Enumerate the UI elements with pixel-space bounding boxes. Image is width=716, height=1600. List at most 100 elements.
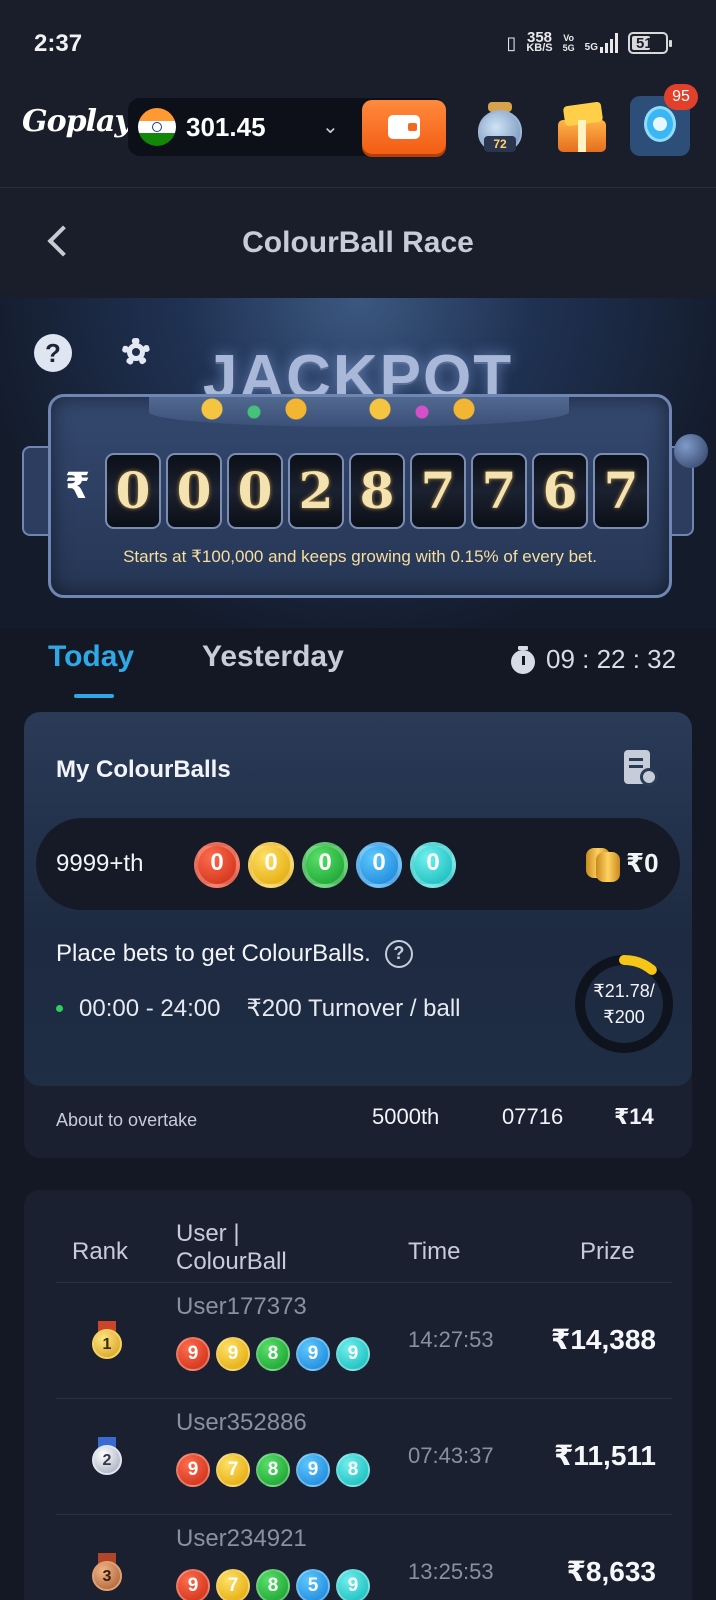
wallet-button[interactable]: [362, 100, 446, 154]
header-time: Time: [408, 1238, 461, 1265]
colour-ball: 8: [256, 1337, 290, 1371]
progress-text: ₹21.78/ ₹200: [572, 978, 676, 1030]
colour-ball: 0: [302, 842, 348, 888]
status-time: 2:37: [34, 30, 83, 57]
page-title-bar: ColourBall Race: [0, 188, 716, 298]
status-icons: ▯ 358 KB/S Vo 5G 5G 51: [506, 29, 672, 54]
colour-ball: 9: [176, 1453, 210, 1487]
my-rank: 9999+th: [56, 850, 144, 877]
row-balls: 9 7 8 5 9: [176, 1569, 370, 1600]
table-row: 1 User177373 9 9 8 9 9 14:27:53 ₹14,388: [56, 1282, 672, 1398]
jackpot-note: Starts at ₹100,000 and keeps growing wit…: [123, 547, 597, 566]
network-speed: 358 KB/S: [526, 29, 553, 54]
colour-ball: 0: [248, 842, 294, 888]
overtake-ball-number: 07716: [502, 1104, 564, 1129]
colour-ball: 7: [216, 1569, 250, 1600]
my-prize: ₹0: [626, 848, 659, 878]
colour-ball: 9: [296, 1337, 330, 1371]
row-time: 13:25:53: [408, 1559, 494, 1584]
row-prize: ₹14,388: [550, 1324, 656, 1355]
gift-box-button[interactable]: [554, 100, 610, 156]
my-ball-summary: 9999+th 0 0 0 0 0 ₹0: [36, 818, 680, 910]
jackpot-digit: 2: [288, 453, 344, 529]
jackpot-jar-button[interactable]: 72: [472, 100, 528, 156]
about-to-overtake-label: About to overtake: [56, 1110, 198, 1130]
silver-medal-icon: 2: [88, 1437, 126, 1477]
balance-selector[interactable]: 301.45 ⌄: [128, 98, 446, 156]
jackpot-banner: ? JACKPOT ₹ 0 0 0 2 8 7 7 6 7 Starts at …: [0, 298, 716, 628]
signal-icon: 5G: [585, 33, 618, 53]
chevron-down-icon[interactable]: ⌄: [322, 114, 339, 139]
header-prize: Prize: [580, 1238, 635, 1265]
my-balls: 0 0 0 0 0: [194, 842, 456, 888]
stopwatch-icon: [510, 645, 536, 674]
table-row: 2 User352886 9 7 8 9 8 07:43:37 ₹11,511: [56, 1398, 672, 1514]
place-bets-text: Place bets to get ColourBalls.: [56, 940, 371, 967]
day-tabs: Today Yesterday 09 : 22 : 32: [0, 628, 716, 708]
jackpot-digit: 0: [166, 453, 222, 529]
row-time: 14:27:53: [408, 1327, 494, 1352]
overtake-rank: 5000th: [372, 1104, 440, 1129]
colour-ball: 0: [356, 842, 402, 888]
jackpot-digit: 6: [532, 453, 588, 529]
colour-ball: 8: [336, 1453, 370, 1487]
place-bets-info: Place bets to get ColourBalls. ?: [56, 940, 413, 968]
colour-ball: 9: [336, 1337, 370, 1371]
my-colourballs-card: My ColourBalls 9999+th 0 0 0 0 0 ₹0 Plac…: [24, 712, 692, 1158]
headset-icon: [644, 106, 676, 142]
row-prize: ₹8,633: [566, 1556, 656, 1587]
row-user: User177373: [176, 1293, 307, 1320]
my-colourballs-title: My ColourBalls: [56, 756, 231, 783]
coins-icon: [584, 844, 622, 882]
header-user: User | ColourBall: [176, 1220, 287, 1275]
turnover-progress-ring: ₹21.78/ ₹200: [572, 952, 676, 1056]
turnover-rule: ₹200 Turnover / ball: [246, 995, 461, 1022]
coin-tray-decoration: [149, 397, 569, 427]
progress-current: ₹21.78/: [593, 981, 655, 1001]
volte-indicator: Vo 5G: [562, 33, 575, 53]
colour-ball: 0: [194, 842, 240, 888]
schedule-hours: 00:00 - 24:00: [79, 994, 221, 1022]
tab-today[interactable]: Today: [48, 640, 134, 698]
jar-count: 72: [484, 136, 516, 152]
notification-badge: 95: [664, 84, 698, 110]
vibrate-icon: ▯: [506, 32, 517, 53]
jackpot-digit: 0: [105, 453, 161, 529]
colour-ball: 9: [176, 1569, 210, 1600]
progress-target: ₹200: [603, 1007, 645, 1027]
row-prize: ₹11,511: [553, 1440, 656, 1471]
leaderboard: Rank User | ColourBall Time Prize 1 User…: [24, 1190, 692, 1600]
ball-schedule: 00:00 - 24:00 ₹200 Turnover / ball: [56, 994, 461, 1023]
jackpot-digit: 0: [227, 453, 283, 529]
goplay-logo[interactable]: Goplay: [22, 104, 132, 139]
jackpot-digits: 0 0 0 2 8 7 7 6 7: [105, 453, 649, 529]
history-icon[interactable]: [624, 750, 658, 786]
gold-medal-icon: 1: [88, 1321, 126, 1361]
overtake-prize: ₹14: [614, 1104, 654, 1129]
jackpot-counter: ₹ 0 0 0 2 8 7 7 6 7 Starts at ₹100,000 a…: [48, 394, 672, 598]
colour-ball: 9: [176, 1337, 210, 1371]
question-icon[interactable]: ?: [384, 940, 413, 968]
jackpot-digit: 7: [410, 453, 466, 529]
tab-yesterday[interactable]: Yesterday: [202, 640, 344, 674]
status-bar: 2:37 ▯ 358 KB/S Vo 5G 5G 51: [0, 0, 716, 92]
colour-ball: 7: [216, 1453, 250, 1487]
colour-ball: 8: [256, 1453, 290, 1487]
jackpot-digit: 7: [471, 453, 527, 529]
colour-ball: 8: [256, 1569, 290, 1600]
table-row: 3 User234921 9 7 8 5 9 13:25:53 ₹8,633: [56, 1514, 672, 1600]
lever-knob: [674, 434, 708, 468]
countdown-timer: 09 : 22 : 32: [510, 644, 676, 675]
header-rank: Rank: [72, 1238, 129, 1265]
app-header: Goplay 301.45 ⌄ 72 95: [0, 84, 716, 188]
jackpot-digit: 7: [593, 453, 649, 529]
row-balls: 9 9 8 9 9: [176, 1337, 370, 1371]
jackpot-digit: 8: [349, 453, 405, 529]
row-user: User352886: [176, 1409, 307, 1436]
row-user: User234921: [176, 1525, 307, 1552]
countdown-value: 09 : 22 : 32: [546, 644, 677, 674]
page-title: ColourBall Race: [242, 226, 474, 259]
jackpot-currency: ₹: [65, 465, 91, 506]
balance-amount: 301.45: [186, 112, 266, 142]
row-time: 07:43:37: [408, 1443, 494, 1468]
